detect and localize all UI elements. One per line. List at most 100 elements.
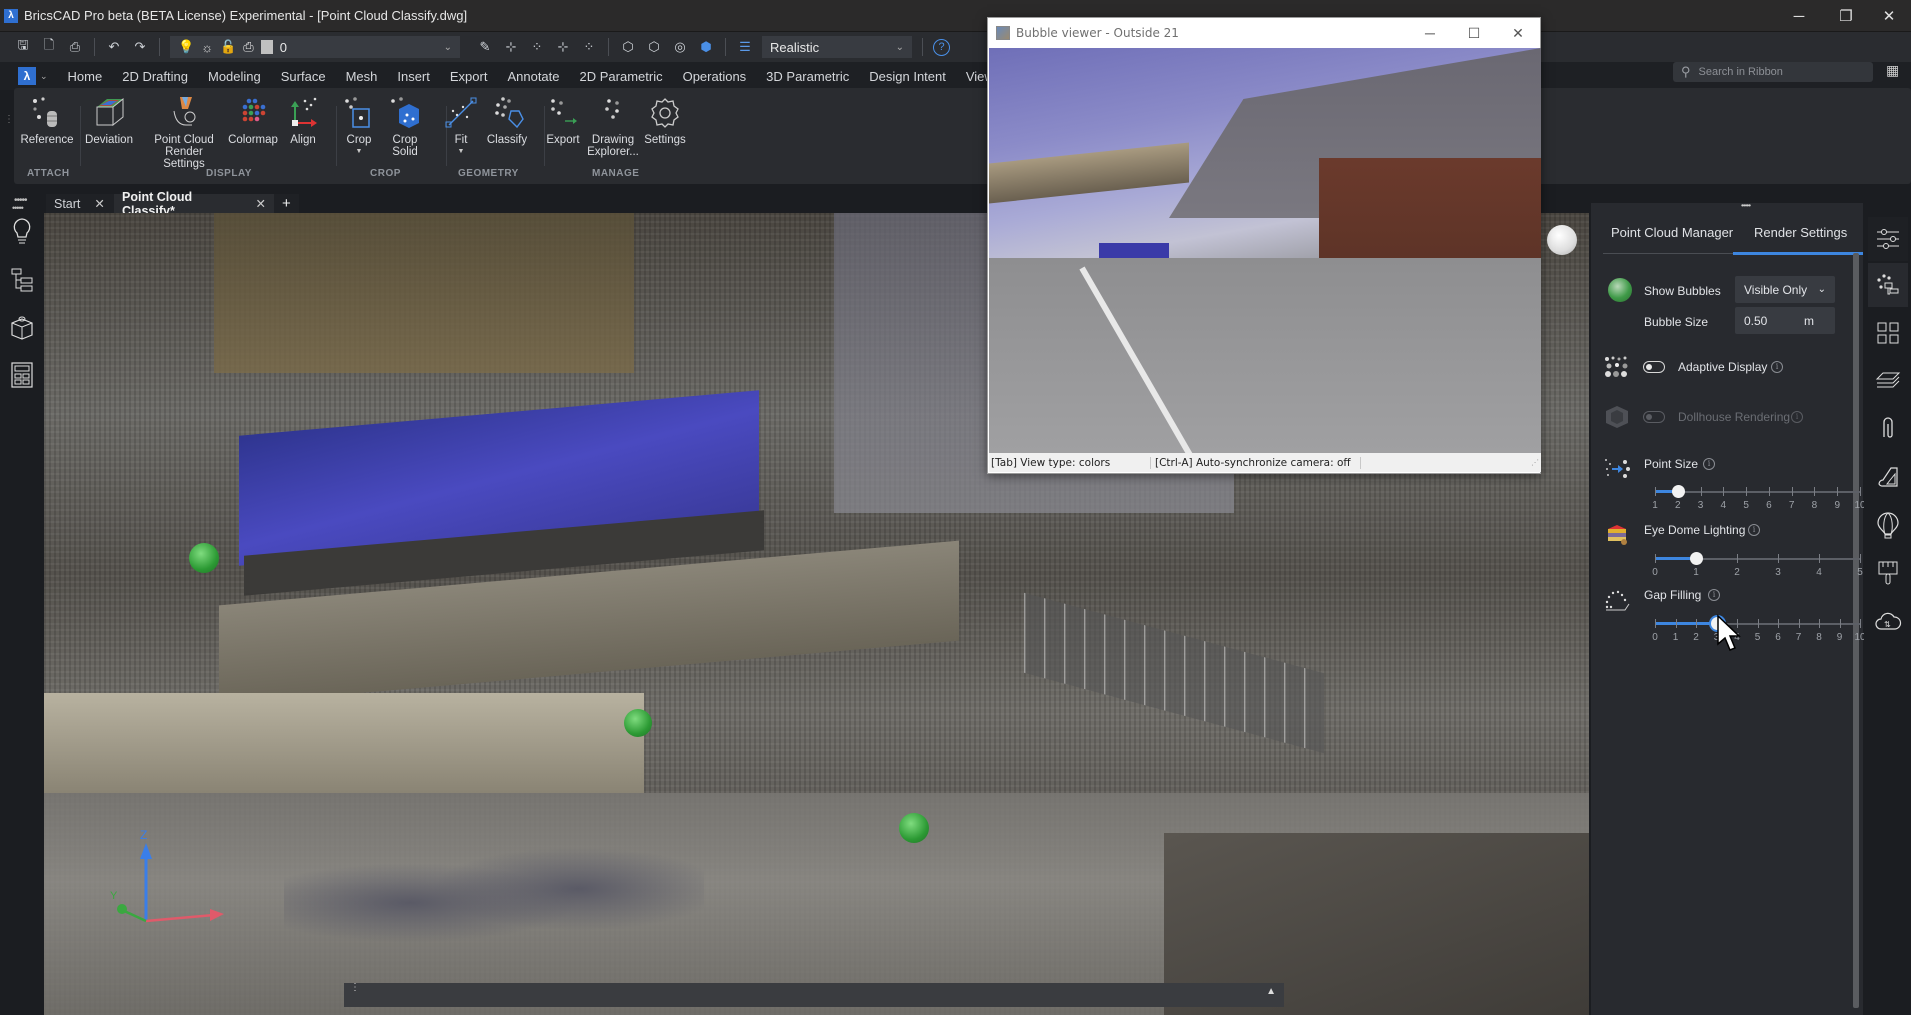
ribbon-tab-mesh[interactable]: Mesh <box>336 69 388 84</box>
point-cloud-render-settings-button[interactable]: Point Cloud Render Settings <box>144 94 224 170</box>
application-menu-button[interactable]: λ <box>18 67 36 85</box>
eye-dome-lighting-slider[interactable]: 012345 <box>1652 551 1863 581</box>
slider-tick <box>1839 619 1841 628</box>
info-icon[interactable]: i <box>1703 458 1715 470</box>
drawing-explorer-icon <box>594 94 632 132</box>
reference-button[interactable]: Reference <box>16 94 78 146</box>
ribbon-tab-surface[interactable]: Surface <box>271 69 336 84</box>
hidden-cube-icon[interactable]: ⬡ <box>645 38 663 56</box>
doc-tab-point-cloud-classify[interactable]: Point Cloud Classify* ✕ <box>114 190 274 218</box>
dollhouse-rendering-toggle[interactable] <box>1643 411 1665 423</box>
panorama-photo[interactable] <box>989 48 1541 454</box>
quick-access-toolbar: 🖫 🗋 ⎙ ↶ ↷ 💡 ☼ 🔓 ⎙ 0 ⌄ ✎ ⊹ ⁘ ⊹ ⁘ ⬡ ⬡ ◎ ⬢ … <box>0 32 1911 62</box>
undo-icon[interactable]: ↶ <box>105 38 123 56</box>
crop-dropdown-icon[interactable]: ▼ <box>356 148 363 155</box>
info-icon[interactable]: i <box>1708 589 1720 601</box>
modeled-cube-icon[interactable]: ◎ <box>671 38 689 56</box>
deviation-button[interactable]: Deviation <box>78 94 140 146</box>
ribbon-tab-operations[interactable]: Operations <box>673 69 757 84</box>
unisolate-icon[interactable]: ⁘ <box>580 38 598 56</box>
layers-icon[interactable] <box>1868 359 1908 403</box>
adaptive-display-toggle[interactable] <box>1643 361 1665 373</box>
align-button[interactable]: Align <box>272 94 334 146</box>
eyedropper-icon[interactable]: ✎ <box>476 38 494 56</box>
doc-tab-start[interactable]: Start ✕ <box>46 194 114 213</box>
structure-tree-icon[interactable] <box>10 265 34 293</box>
ribbon-tab-home[interactable]: Home <box>58 69 113 84</box>
search-ribbon-input[interactable]: ⚲ Search in Ribbon <box>1673 62 1873 82</box>
strip-grip-icon[interactable]: ••••• <box>12 203 24 213</box>
select-hide-icon[interactable]: ⊹ <box>554 38 572 56</box>
info-icon[interactable]: i <box>1791 411 1803 423</box>
show-bubbles-dropdown[interactable]: Visible Only ⌄ <box>1735 276 1835 303</box>
select-similar-icon[interactable]: ⊹ <box>502 38 520 56</box>
close-tab-icon[interactable]: ✕ <box>256 196 266 211</box>
ribbon-tab-2d-parametric[interactable]: 2D Parametric <box>570 69 673 84</box>
visual-style-icon[interactable]: ☰ <box>736 38 754 56</box>
ribbon-tab-3d-parametric[interactable]: 3D Parametric <box>756 69 859 84</box>
tab-point-cloud-manager[interactable]: Point Cloud Manager <box>1611 225 1733 240</box>
layouts-grid-icon[interactable] <box>1868 311 1908 355</box>
ribbon-tab-annotate[interactable]: Annotate <box>497 69 569 84</box>
realistic-cube-icon[interactable]: ⬢ <box>697 38 715 56</box>
scan-bubble[interactable] <box>189 543 219 573</box>
3d-blocks-icon[interactable] <box>10 313 34 341</box>
fit-dropdown-icon[interactable]: ▼ <box>458 148 465 155</box>
gap-filling-slider[interactable]: 0 1 2 3 4 5 6 7 8 9 10 <box>1652 616 1866 646</box>
crop-solid-button[interactable]: Crop Solid <box>374 94 436 158</box>
restore-button[interactable]: ❐ <box>1823 0 1869 32</box>
command-line[interactable]: ⋮ ▲ <box>344 983 1284 1007</box>
plot-icon[interactable]: ⎙ <box>66 38 84 56</box>
isolate-icon[interactable]: ⁘ <box>528 38 546 56</box>
wireframe-cube-icon[interactable]: ⬡ <box>619 38 637 56</box>
save-icon[interactable]: 🖫 <box>14 37 32 56</box>
panel-grip-icon[interactable]: ••••• <box>1741 201 1751 210</box>
hot-air-balloon-icon[interactable] <box>1868 503 1908 547</box>
ribbon-grip-icon[interactable]: ⋮ <box>4 115 14 125</box>
align-icon <box>284 94 322 132</box>
redo-icon[interactable]: ↷ <box>131 38 149 56</box>
ribbon-tab-insert[interactable]: Insert <box>387 69 440 84</box>
point-size-slider[interactable]: 1 2 3 4 5 6 7 8 9 10 <box>1652 484 1866 514</box>
tab-render-settings[interactable]: Render Settings <box>1754 225 1847 240</box>
print-preview-icon[interactable]: 🗋 <box>40 37 58 56</box>
ribbon-tab-export[interactable]: Export <box>440 69 498 84</box>
help-icon[interactable]: ? <box>933 38 950 56</box>
info-icon[interactable]: i <box>1748 524 1760 536</box>
ribbon-tab-2d-drafting[interactable]: 2D Drafting <box>112 69 198 84</box>
command-history-toggle-icon[interactable]: ▲ <box>1266 986 1276 997</box>
bubble-viewer-minimize-button[interactable]: ─ <box>1408 18 1452 48</box>
ribbon-tab-design-intent[interactable]: Design Intent <box>859 69 956 84</box>
properties-sliders-icon[interactable] <box>1868 217 1908 261</box>
drawing-roll-icon[interactable] <box>1868 455 1908 499</box>
minimize-button[interactable]: ─ <box>1776 0 1822 32</box>
scan-bubble-selected[interactable] <box>1547 225 1577 255</box>
scan-bubble[interactable] <box>899 813 929 843</box>
bubble-size-input[interactable]: 0.50 m <box>1735 307 1835 334</box>
command-line-grip-icon[interactable]: ⋮ <box>350 983 360 993</box>
new-tab-button[interactable]: + <box>274 194 299 213</box>
attachments-paperclip-icon[interactable] <box>1868 407 1908 451</box>
info-icon[interactable]: i <box>1771 361 1783 373</box>
classify-button[interactable]: Classify <box>476 94 538 146</box>
visual-style-combo[interactable]: Realistic ⌄ <box>762 36 912 58</box>
slider-tick-label: 2 <box>1693 632 1699 643</box>
slider-thumb[interactable] <box>1671 485 1685 498</box>
scan-bubble[interactable] <box>624 709 652 737</box>
close-button[interactable]: ✕ <box>1866 0 1911 32</box>
resize-grip-icon[interactable]: ⋰ <box>1531 458 1539 467</box>
bim-properties-icon[interactable] <box>10 361 34 389</box>
measure-brush-icon[interactable] <box>1868 551 1908 595</box>
cloud-sync-icon[interactable]: ⇅ <box>1868 599 1908 643</box>
point-cloud-manager-icon[interactable] <box>1868 263 1908 307</box>
ribbon-customize-icon[interactable]: ▦ <box>1886 62 1906 82</box>
layer-combo[interactable]: 💡 ☼ 🔓 ⎙ 0 ⌄ <box>170 36 460 58</box>
close-tab-icon[interactable]: ✕ <box>94 196 104 211</box>
settings-button[interactable]: Settings <box>634 94 696 146</box>
lightbulb-icon[interactable] <box>10 217 34 245</box>
point-cloud-pillars <box>44 693 644 793</box>
ribbon-tab-modeling[interactable]: Modeling <box>198 69 271 84</box>
bubble-viewer-maximize-button[interactable]: ☐ <box>1452 18 1496 48</box>
slider-thumb[interactable] <box>1690 552 1703 565</box>
bubble-viewer-close-button[interactable]: ✕ <box>1496 18 1540 48</box>
